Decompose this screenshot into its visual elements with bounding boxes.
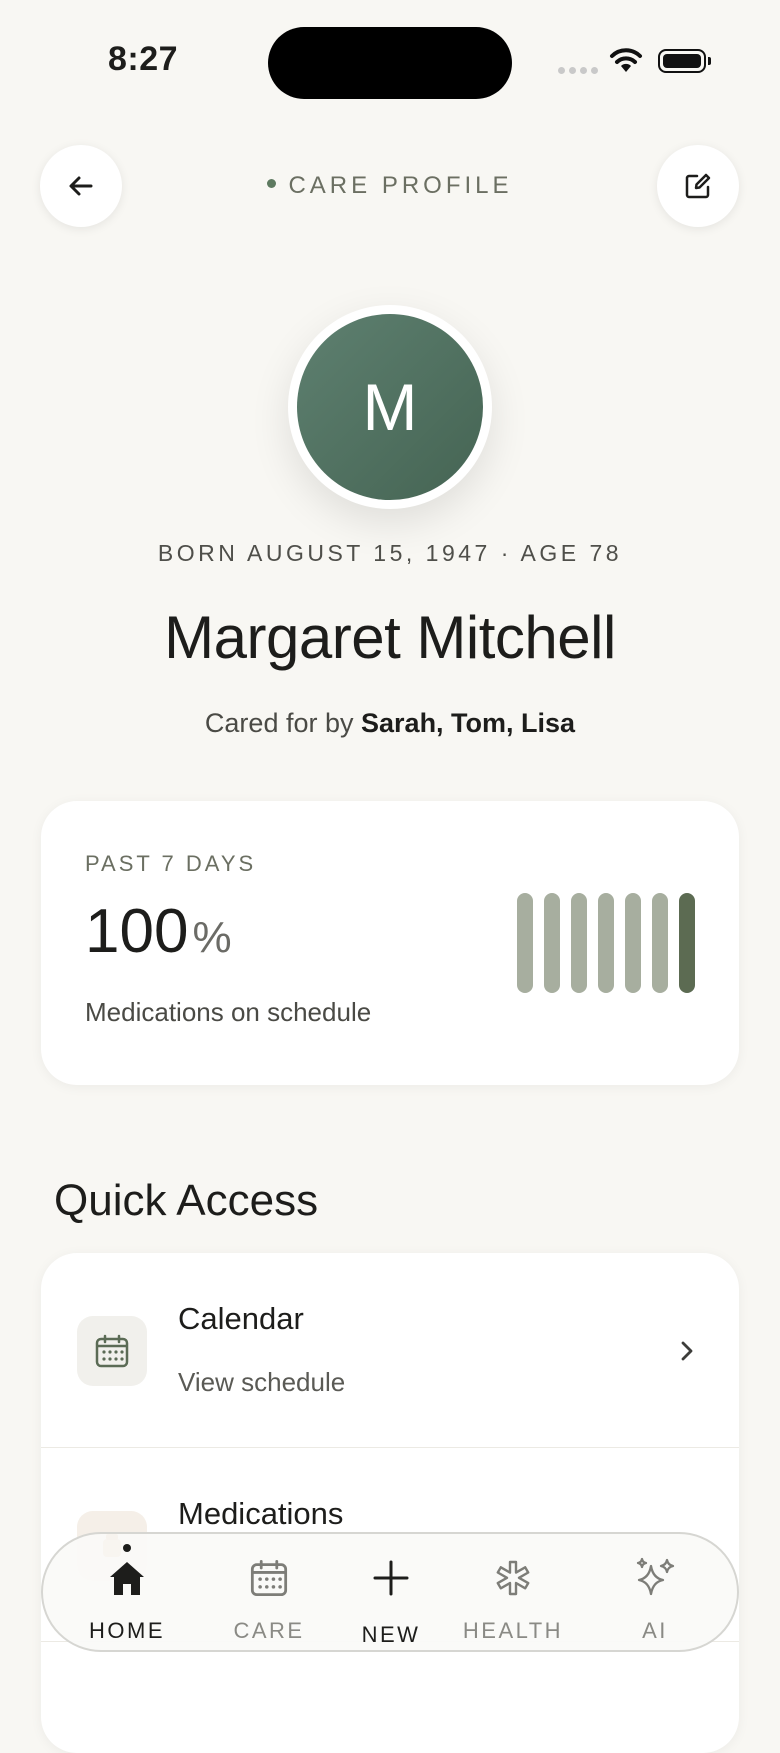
caregivers-prefix: Cared for by <box>204 708 354 738</box>
medical-star-icon <box>496 1560 530 1596</box>
nav-health-label: HEALTH <box>462 1618 564 1643</box>
adherence-day-bar <box>625 893 641 993</box>
nav-health[interactable]: HEALTH <box>448 1534 578 1650</box>
nav-new-label: NEW <box>361 1622 421 1647</box>
adherence-value: 100% <box>85 896 232 967</box>
adherence-day-bar <box>571 893 587 993</box>
nav-home[interactable]: HOME <box>62 1534 192 1650</box>
quick-access-title: Quick Access <box>54 1176 319 1225</box>
adherence-period: PAST 7 DAYS <box>85 851 257 876</box>
adherence-day-bar <box>517 893 533 993</box>
calendar-icon <box>77 1316 147 1386</box>
adherence-unit: % <box>192 913 232 962</box>
page-title-text: CARE PROFILE <box>288 172 513 199</box>
calendar-title: Calendar <box>178 1301 304 1336</box>
edit-icon <box>685 173 711 199</box>
wifi-icon <box>608 46 644 79</box>
plus-icon <box>373 1560 409 1596</box>
adherence-subtitle: Medications on schedule <box>85 997 372 1027</box>
adherence-day-bar <box>652 893 668 993</box>
battery-icon <box>658 49 711 73</box>
adherence-day-bar <box>679 893 695 993</box>
patient-name: Margaret Mitchell <box>164 604 616 671</box>
sparkles-icon <box>636 1557 675 1596</box>
cellular-signal-icon <box>558 67 598 74</box>
bottom-nav: HOME CARE NEW HEALTH AI <box>41 1532 739 1652</box>
adherence-day-bar <box>544 893 560 993</box>
nav-home-label: HOME <box>89 1618 165 1643</box>
quick-access-card: Calendar View schedule Medications <box>41 1253 739 1753</box>
edit-button[interactable] <box>657 145 739 227</box>
nav-new[interactable]: NEW <box>326 1534 456 1650</box>
home-icon <box>110 1562 144 1595</box>
nav-ai-label: AI <box>642 1618 668 1643</box>
nav-ai[interactable]: AI <box>590 1534 720 1650</box>
calendar-icon <box>250 1559 288 1597</box>
adherence-number: 100 <box>85 897 189 966</box>
avatar: M <box>297 314 483 500</box>
chevron-right-icon <box>681 1341 693 1361</box>
nav-care-label: CARE <box>233 1618 305 1643</box>
dynamic-island <box>268 27 512 99</box>
birth-info: BORN AUGUST 15, 1947 · AGE 78 <box>157 540 623 566</box>
medications-title: Medications <box>178 1496 344 1531</box>
adherence-day-bar <box>598 893 614 993</box>
caregivers-names: Sarah, Tom, Lisa <box>361 708 576 738</box>
calendar-subtitle: View schedule <box>178 1367 346 1397</box>
status-time: 8:27 <box>108 40 179 78</box>
status-dot <box>267 179 277 189</box>
quick-access-calendar[interactable]: Calendar View schedule <box>41 1253 739 1447</box>
caregivers-line: Cared for by Sarah, Tom, Lisa <box>0 708 780 739</box>
nav-care[interactable]: CARE <box>204 1534 334 1650</box>
active-indicator <box>123 1544 131 1552</box>
adherence-bars <box>517 893 695 993</box>
quick-access-row[interactable] <box>41 1641 739 1753</box>
adherence-card[interactable]: PAST 7 DAYS 100% Medications on schedule <box>41 801 739 1085</box>
